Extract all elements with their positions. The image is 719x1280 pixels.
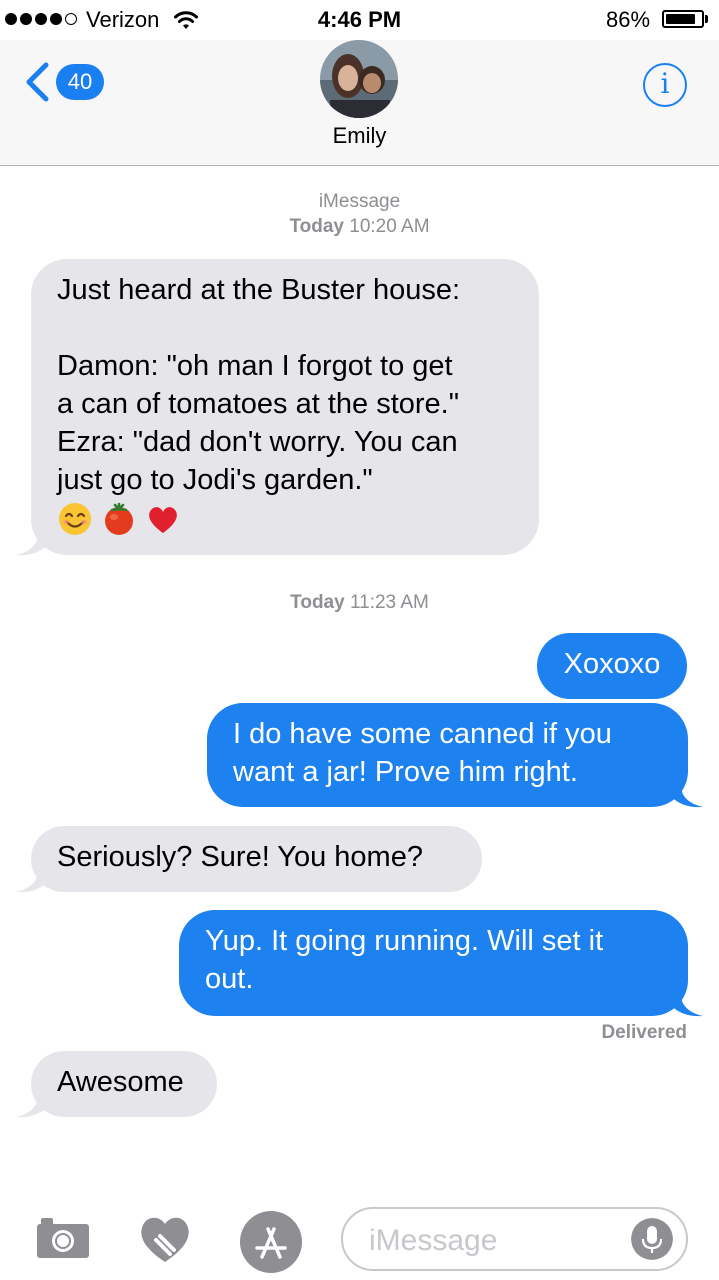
microphone-icon[interactable] [631, 1218, 673, 1260]
contact-name[interactable]: Emily [0, 123, 719, 149]
message-line: a can of tomatoes at the store." [57, 388, 460, 420]
timestamp: Today 10:20 AM [289, 216, 430, 237]
heart-touch-icon[interactable] [136, 1210, 194, 1266]
battery-tip [705, 15, 708, 23]
message-line: Yup. It going running. Will set it [205, 925, 604, 957]
message-line: Ezra: "dad don't worry. You can [57, 426, 458, 458]
back-button[interactable]: 40 [20, 62, 104, 102]
timestamp: Today 11:23 AM [290, 592, 429, 613]
status-bar: Verizon 4:46 PM 86% [0, 0, 719, 40]
message-bubble-sent[interactable]: I do have some canned if you want a jar!… [207, 703, 688, 807]
conversation-header: 40 Emily i [0, 40, 719, 166]
service-label: iMessage [318, 191, 401, 212]
unread-count-badge: 40 [56, 64, 104, 100]
bubble-tail [16, 871, 46, 893]
bubble-tail [16, 1096, 46, 1118]
message-input[interactable] [367, 1219, 621, 1263]
contact-avatar[interactable] [320, 40, 398, 118]
chevron-left-icon [26, 62, 49, 102]
app-store-icon[interactable] [240, 1211, 302, 1273]
battery-icon [662, 10, 704, 28]
avatar-photo [320, 40, 398, 118]
bubble-tail [673, 995, 703, 1017]
red-heart-icon [149, 507, 177, 533]
message-line: want a jar! Prove him right. [233, 756, 578, 788]
smiling-face-icon [59, 503, 91, 535]
compose-toolbar [0, 1190, 719, 1280]
message-line [57, 309, 513, 347]
tomato-icon [105, 502, 133, 535]
message-line: Xoxoxo [563, 648, 661, 680]
message-line: out. [205, 963, 254, 995]
message-bubble-received[interactable]: Awesome [31, 1051, 217, 1117]
message-line: Seriously? Sure! You home? [57, 841, 423, 873]
message-line: I do have some canned if you [233, 718, 612, 750]
delivered-status: Delivered [601, 1022, 687, 1043]
message-bubble-sent[interactable]: Yup. It going running. Will set it out. [179, 910, 688, 1016]
message-line: Awesome [57, 1066, 184, 1098]
message-bubble-received[interactable]: Seriously? Sure! You home? [31, 826, 482, 892]
message-line: just go to Jodi's garden." [57, 464, 373, 496]
message-line: Damon: "oh man I forgot to get [57, 350, 453, 382]
emoji-row [57, 501, 513, 537]
message-bubble-sent[interactable]: Xoxoxo [537, 633, 687, 699]
message-bubble-received[interactable]: Just heard at the Buster house: Damon: "… [31, 259, 539, 555]
bubble-tail [673, 786, 703, 808]
message-input-field [341, 1207, 688, 1271]
info-icon[interactable]: i [643, 63, 687, 107]
message-line: Just heard at the Buster house: [57, 274, 461, 306]
bubble-tail [16, 534, 46, 556]
battery-percent: 86% [606, 7, 651, 32]
camera-icon[interactable] [35, 1216, 91, 1260]
